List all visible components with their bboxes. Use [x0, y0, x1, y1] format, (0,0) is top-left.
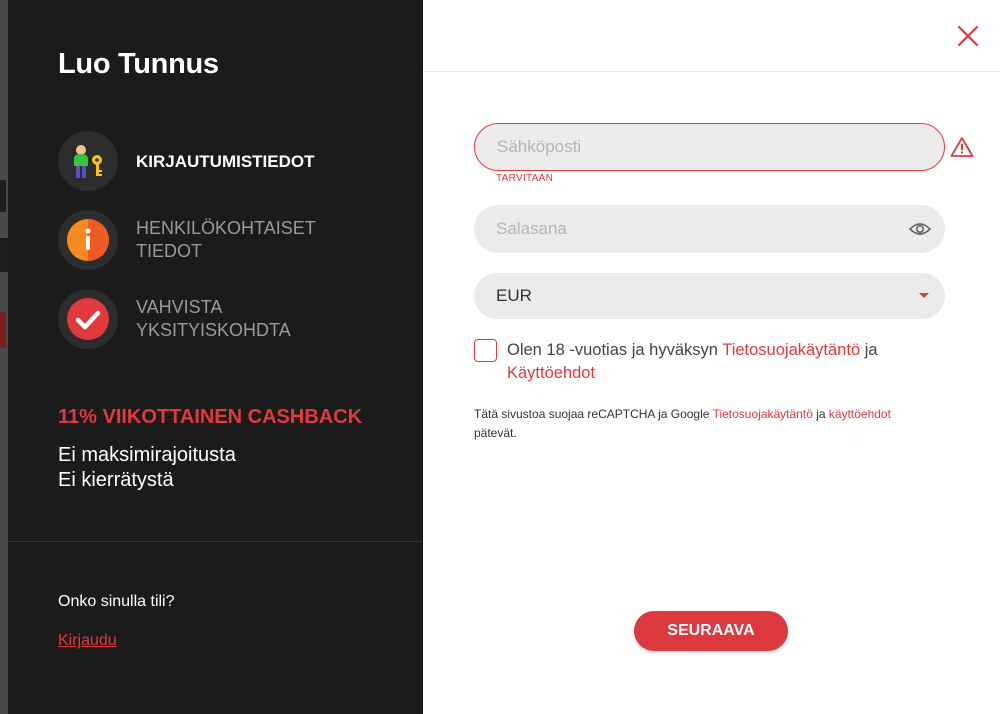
- login-link[interactable]: Kirjaudu: [58, 632, 117, 650]
- next-button[interactable]: SEURAAVA: [634, 611, 788, 651]
- cashback-title: 11% VIIKOTTAINEN CASHBACK: [58, 406, 363, 428]
- email-error: TARVITAAN: [496, 173, 554, 184]
- chevron-down-icon: [919, 293, 929, 298]
- perk-item: Ei maksimirajoitusta: [58, 444, 236, 466]
- email-field: [474, 123, 945, 171]
- terms-prefix: Olen 18 -vuotias ja hyväksyn: [507, 341, 723, 359]
- backdrop-fragment: [0, 180, 6, 212]
- step-label: VAHVISTA YKSITYISKOHDTA: [136, 297, 291, 340]
- recaptcha-middle: ja: [812, 407, 829, 421]
- password-field: [474, 205, 945, 253]
- divider: [8, 541, 423, 542]
- perks-list: Ei maksimirajoitusta Ei kierrätystä: [58, 443, 236, 493]
- close-icon[interactable]: [954, 22, 982, 50]
- signup-sidebar: Luo Tunnus KIRJAUTUMISTIEDOT HENKILÖKOHT…: [8, 0, 423, 714]
- password-input[interactable]: [496, 219, 896, 239]
- recaptcha-notice: Tätä sivustoa suojaa reCAPTCHA ja Google…: [474, 405, 914, 443]
- terms-text: Olen 18 -vuotias ja hyväksyn Tietosuojak…: [507, 339, 897, 385]
- terms-checkbox[interactable]: [474, 339, 497, 362]
- warning-icon: [950, 137, 974, 157]
- step-login-details: KIRJAUTUMISTIEDOT: [58, 131, 356, 191]
- have-account-text: Onko sinulla tili?: [58, 593, 175, 610]
- backdrop-fragment: [0, 238, 8, 272]
- modal-title: Luo Tunnus: [58, 48, 219, 80]
- perk-item: Ei kierrätystä: [58, 469, 174, 491]
- step-personal-info: HENKILÖKOHTAISET TIEDOT: [58, 210, 356, 270]
- email-input[interactable]: [497, 137, 897, 157]
- google-terms-link[interactable]: käyttöehdot: [829, 407, 891, 421]
- terms-of-use-link[interactable]: Käyttöehdot: [507, 364, 595, 382]
- eye-icon[interactable]: [909, 219, 931, 239]
- step-label: HENKILÖKOHTAISET TIEDOT: [136, 218, 316, 261]
- google-privacy-link[interactable]: Tietosuojakäytäntö: [713, 407, 813, 421]
- check-icon: [58, 289, 118, 349]
- modal-header: [423, 0, 1000, 72]
- signup-modal: Luo Tunnus KIRJAUTUMISTIEDOT HENKILÖKOHT…: [8, 0, 1000, 714]
- step-label: KIRJAUTUMISTIEDOT: [136, 151, 315, 171]
- recaptcha-prefix: Tätä sivustoa suojaa reCAPTCHA ja Google: [474, 407, 713, 421]
- step-confirm-details: VAHVISTA YKSITYISKOHDTA: [58, 289, 356, 349]
- currency-select[interactable]: EUR: [474, 273, 945, 319]
- terms-middle: ja: [860, 341, 878, 359]
- user-key-icon: [58, 131, 118, 191]
- recaptcha-suffix: pätevät.: [474, 426, 517, 440]
- signup-form-panel: TARVITAAN EUR Olen 18 -vuotias ja hyväks…: [423, 0, 1000, 714]
- privacy-policy-link[interactable]: Tietosuojakäytäntö: [722, 341, 860, 359]
- currency-value: EUR: [496, 286, 532, 305]
- backdrop-fragment: [0, 312, 6, 348]
- info-icon: [58, 210, 118, 270]
